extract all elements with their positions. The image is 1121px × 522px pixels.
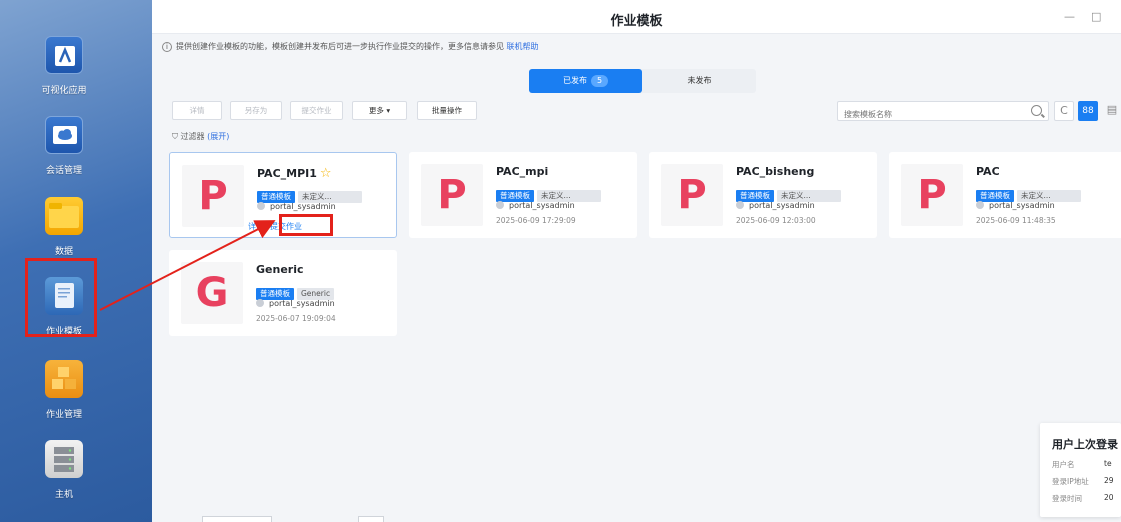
template-owner: portal_sysadmin	[976, 201, 1055, 210]
template-created-time: 2025-06-09 17:29:09	[496, 216, 576, 225]
template-name: PAC_MPI1 ☆	[257, 166, 332, 181]
template-card[interactable]: P PAC_mpi 普通模板 未定义... portal_sysadmin 202…	[409, 152, 637, 238]
highlight-box-job-template-app	[25, 258, 97, 337]
pagination-stub	[202, 516, 272, 522]
search-box	[837, 101, 1049, 124]
user-avatar-icon	[257, 202, 265, 210]
title-bar: 作业模板 — □	[152, 0, 1121, 34]
user-avatar-icon	[256, 299, 264, 307]
filter-icon: ⛉	[172, 132, 178, 141]
desktop-app-visual[interactable]: 可视化应用	[28, 36, 100, 96]
template-tags: 普通模板 未定义...	[736, 183, 844, 202]
desktop-app-label: 可视化应用	[41, 86, 87, 96]
save-as-button[interactable]: 另存为	[230, 101, 282, 120]
maximize-button[interactable]: □	[1091, 10, 1101, 23]
template-card[interactable]: P PAC_bisheng 普通模板 未定义... portal_sysadmin…	[649, 152, 877, 238]
template-tile-letter: P	[661, 164, 723, 226]
info-bar: i 提供创建作业模板的功能，模板创建并发布后可进一步执行作业提交的操作，更多信息请…	[162, 41, 539, 52]
desktop-app-label: 会话管理	[45, 166, 82, 176]
login-username-row: 用户名 te	[1052, 459, 1112, 469]
server-icon	[45, 440, 83, 478]
filter-bar: ⛉ 过滤器 (展开)	[172, 131, 229, 142]
desktop-app-label: 作业管理	[45, 410, 82, 420]
tab-unpublished[interactable]: 未发布	[643, 69, 756, 93]
grid-view-button[interactable]: 88	[1078, 101, 1098, 121]
visual-app-icon	[45, 36, 83, 74]
details-button[interactable]: 详情	[172, 101, 222, 120]
login-time-row: 登录时间 20	[1052, 493, 1114, 503]
submit-job-button[interactable]: 提交作业	[290, 101, 343, 120]
login-ip-row: 登录IP地址 29	[1052, 476, 1114, 486]
tab-unpublished-label: 未发布	[687, 76, 712, 85]
page-title: 作业模板	[610, 14, 663, 29]
template-name: PAC_bisheng	[736, 165, 815, 178]
online-help-link[interactable]: 联机帮助	[507, 42, 539, 51]
template-card[interactable]: G Generic 普通模板 Generic portal_sysadmin 20…	[169, 250, 397, 336]
template-tile-letter: P	[421, 164, 483, 226]
folder-icon	[45, 197, 83, 235]
star-icon[interactable]: ☆	[320, 166, 332, 181]
desktop-app-label: 主机	[54, 490, 73, 500]
template-tags: 普通模板 Generic	[256, 281, 337, 300]
template-tags: 普通模板 未定义...	[976, 183, 1084, 202]
filter-expand-link[interactable]: (展开)	[207, 132, 229, 141]
info-text: 提供创建作业模板的功能，模板创建并发布后可进一步执行作业提交的操作，更多信息请参…	[176, 42, 504, 51]
template-tags: 普通模板 未定义...	[257, 184, 365, 203]
desktop-app-label: 数据	[54, 247, 73, 257]
refresh-button[interactable]: C	[1054, 101, 1074, 121]
boxes-icon	[45, 360, 83, 398]
highlight-box-submit-job	[279, 214, 333, 236]
template-tile-letter: P	[182, 165, 244, 227]
template-owner: portal_sysadmin	[256, 299, 335, 308]
chevron-down-icon: ▾	[386, 106, 391, 115]
template-created-time: 2025-06-09 11:48:35	[976, 216, 1056, 225]
template-name: Generic	[256, 263, 304, 276]
template-name: PAC_mpi	[496, 165, 549, 178]
more-dropdown[interactable]: 更多 ▾	[352, 101, 407, 120]
pagination-stub	[358, 516, 384, 522]
filter-label: 过滤器	[180, 132, 205, 141]
template-created-time: 2025-06-09 12:03:00	[736, 216, 816, 225]
search-icon[interactable]	[1031, 105, 1042, 116]
template-name: PAC	[976, 165, 1000, 178]
more-label: 更多	[368, 106, 384, 115]
user-avatar-icon	[736, 201, 744, 209]
search-input[interactable]	[838, 105, 1008, 124]
desktop-app-host[interactable]: 主机	[28, 440, 100, 500]
template-tags: 普通模板 未定义...	[496, 183, 604, 202]
desktop-app-session[interactable]: 会话管理	[28, 116, 100, 176]
template-created-time: 2025-06-07 19:09:04	[256, 314, 336, 323]
template-owner: portal_sysadmin	[736, 201, 815, 210]
job-template-window: 作业模板 — □ i 提供创建作业模板的功能，模板创建并发布后可进一步执行作业提交…	[152, 0, 1121, 522]
last-login-popup: 用户上次登录 用户名 te 登录IP地址 29 登录时间 20	[1040, 423, 1121, 517]
minimize-button[interactable]: —	[1064, 10, 1075, 23]
template-owner: portal_sysadmin	[496, 201, 575, 210]
info-icon: i	[162, 42, 172, 52]
template-card[interactable]: P PAC 普通模板 未定义... portal_sysadmin 2025-06…	[889, 152, 1121, 238]
card-details-link[interactable]: 详情	[248, 222, 264, 231]
tab-published[interactable]: 已发布 5	[529, 69, 642, 93]
tab-published-label: 已发布	[562, 76, 587, 85]
desktop-app-job-management[interactable]: 作业管理	[28, 360, 100, 420]
publish-tabs: 已发布 5 未发布	[529, 69, 756, 93]
desktop-app-data[interactable]: 数据	[28, 197, 100, 257]
cloud-session-icon	[45, 116, 83, 154]
template-tile-letter: G	[181, 262, 243, 324]
list-view-button[interactable]: ▤	[1102, 101, 1121, 121]
batch-operation-button[interactable]: 批量操作	[417, 101, 477, 120]
user-avatar-icon	[976, 201, 984, 209]
user-avatar-icon	[496, 201, 504, 209]
template-owner: portal_sysadmin	[257, 202, 336, 211]
last-login-title: 用户上次登录	[1052, 438, 1118, 451]
template-tile-letter: P	[901, 164, 963, 226]
published-count-badge: 5	[590, 75, 609, 87]
